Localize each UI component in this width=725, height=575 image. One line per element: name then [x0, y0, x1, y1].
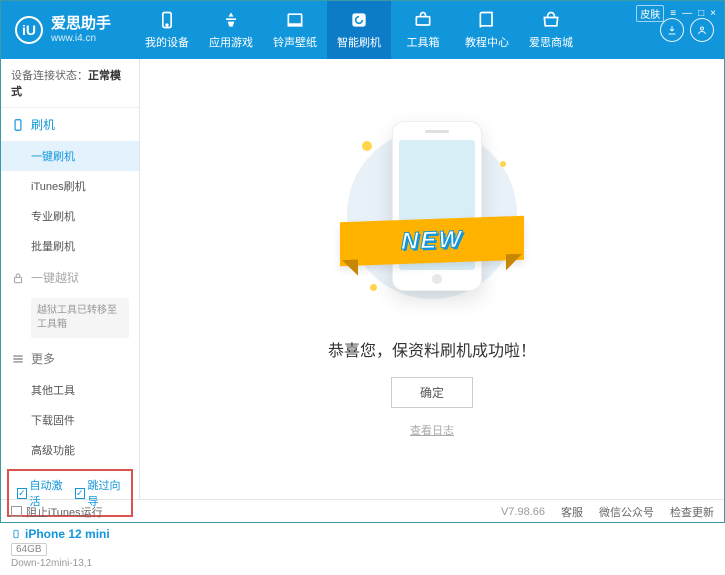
tab-label: 铃声壁纸	[273, 34, 317, 50]
sidebar: 设备连接状态：正常模式 刷机 一键刷机 iTunes刷机 专业刷机 批量刷机 一…	[1, 59, 140, 499]
sidebar-item-download-firmware[interactable]: 下载固件	[1, 405, 139, 435]
checkbox-block-itunes[interactable]: 阻止iTunes运行	[11, 504, 103, 520]
device-name: iPhone 12 mini	[25, 527, 110, 541]
logo[interactable]: iU 爱思助手 www.i4.cn	[15, 16, 135, 44]
tab-toolbox[interactable]: 工具箱	[391, 1, 455, 59]
jailbreak-note: 越狱工具已转移至工具箱	[31, 298, 129, 338]
store-icon	[541, 10, 561, 30]
skin-button[interactable]: 皮肤	[636, 5, 664, 22]
logo-icon: iU	[15, 16, 43, 44]
close-button[interactable]: ×	[710, 8, 716, 19]
phone-icon	[157, 10, 177, 30]
tab-my-device[interactable]: 我的设备	[135, 1, 199, 59]
phone-icon	[11, 118, 25, 132]
menu-icon	[11, 352, 25, 366]
connection-status: 设备连接状态：正常模式	[1, 59, 139, 108]
success-illustration: NEW	[352, 121, 512, 321]
main-content: NEW 恭喜您，保资料刷机成功啦！ 确定 查看日志	[140, 59, 724, 499]
checkbox-icon: ✓	[75, 488, 85, 499]
version-text: V7.98.66	[501, 506, 545, 518]
status-label: 设备连接状态：	[11, 70, 88, 82]
sidebar-item-batch-flash[interactable]: 批量刷机	[1, 231, 139, 261]
flash-icon	[349, 10, 369, 30]
wechat-link[interactable]: 微信公众号	[599, 504, 654, 520]
sidebar-header-label: 刷机	[31, 116, 55, 133]
sidebar-header-label: 一键越狱	[31, 269, 79, 286]
sidebar-header-more[interactable]: 更多	[1, 342, 139, 375]
checkbox-icon: ✓	[17, 488, 27, 499]
minimize-button[interactable]: —	[682, 8, 692, 19]
sidebar-item-itunes-flash[interactable]: iTunes刷机	[1, 171, 139, 201]
tab-label: 教程中心	[465, 34, 509, 50]
top-tabs: 我的设备 应用游戏 铃声壁纸 智能刷机 工具箱 教程中心 爱思商城	[135, 1, 660, 59]
customer-service-link[interactable]: 客服	[561, 504, 583, 520]
ribbon-text: NEW	[401, 225, 463, 255]
tab-label: 智能刷机	[337, 34, 381, 50]
sidebar-header-jailbreak: 一键越狱	[1, 261, 139, 294]
sidebar-item-advanced[interactable]: 高级功能	[1, 435, 139, 465]
device-storage: 64GB	[11, 543, 47, 556]
book-icon	[477, 10, 497, 30]
lock-icon	[11, 271, 25, 285]
app-url: www.i4.cn	[51, 33, 111, 44]
sidebar-header-label: 更多	[31, 350, 55, 367]
tab-label: 我的设备	[145, 34, 189, 50]
apps-icon	[221, 10, 241, 30]
sidebar-header-flash[interactable]: 刷机	[1, 108, 139, 141]
view-log-link[interactable]: 查看日志	[410, 422, 454, 438]
tab-label: 工具箱	[407, 34, 440, 50]
phone-icon	[11, 527, 21, 541]
check-update-link[interactable]: 检查更新	[670, 504, 714, 520]
tab-ringtones[interactable]: 铃声壁纸	[263, 1, 327, 59]
wallpaper-icon	[285, 10, 305, 30]
tab-tutorials[interactable]: 教程中心	[455, 1, 519, 59]
checkbox-label: 阻止iTunes运行	[26, 504, 103, 520]
device-model: Down-12mini-13,1	[11, 558, 129, 569]
sidebar-item-one-key-flash[interactable]: 一键刷机	[1, 141, 139, 171]
checkbox-icon	[11, 506, 22, 517]
app-name: 爱思助手	[51, 16, 111, 33]
user-button[interactable]	[690, 18, 714, 42]
tab-apps[interactable]: 应用游戏	[199, 1, 263, 59]
tab-label: 应用游戏	[209, 34, 253, 50]
download-icon	[666, 24, 678, 36]
user-icon	[696, 24, 708, 36]
toolbox-icon	[413, 10, 433, 30]
sidebar-item-pro-flash[interactable]: 专业刷机	[1, 201, 139, 231]
confirm-button[interactable]: 确定	[391, 377, 473, 408]
tab-smart-flash[interactable]: 智能刷机	[327, 1, 391, 59]
sidebar-item-other-tools[interactable]: 其他工具	[1, 375, 139, 405]
success-message: 恭喜您，保资料刷机成功啦！	[328, 337, 536, 361]
tab-label: 爱思商城	[529, 34, 573, 50]
download-button[interactable]	[660, 18, 684, 42]
device-info[interactable]: iPhone 12 mini 64GB Down-12mini-13,1	[1, 521, 139, 575]
header: iU 爱思助手 www.i4.cn 我的设备 应用游戏 铃声壁纸 智能刷机 工具…	[1, 1, 724, 59]
tab-store[interactable]: 爱思商城	[519, 1, 583, 59]
